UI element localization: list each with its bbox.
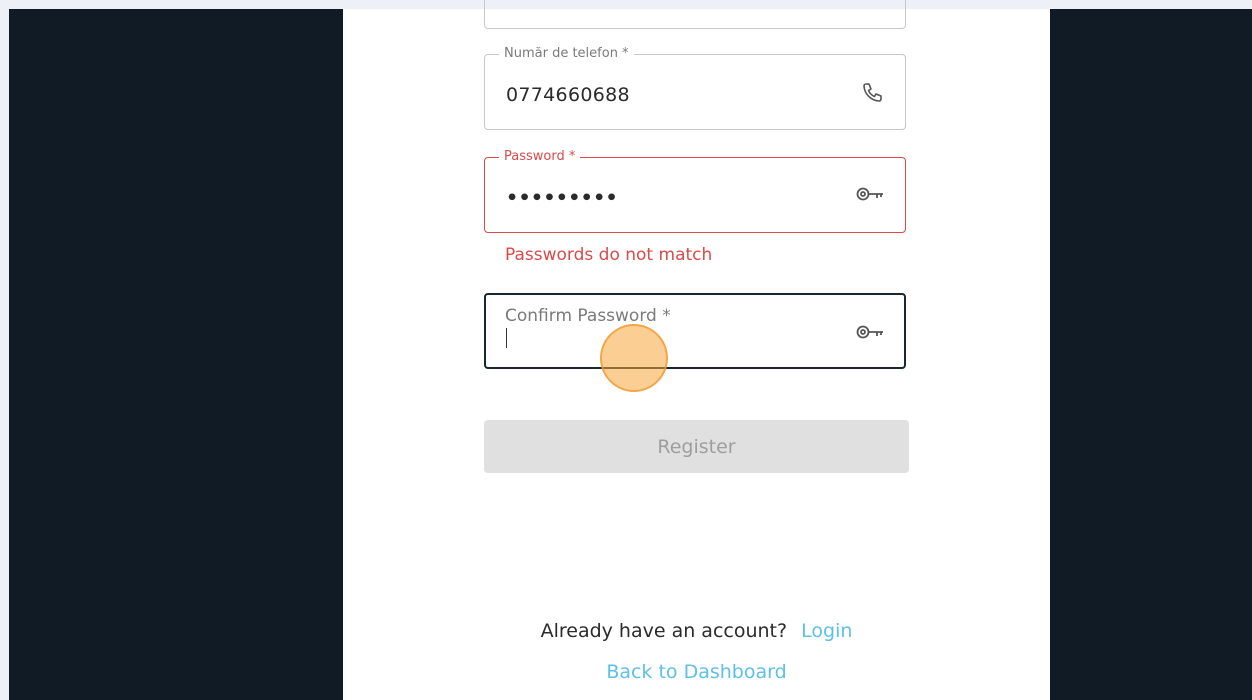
phone-label: Număr de telefon * [499, 46, 634, 62]
login-link[interactable]: Login [801, 620, 852, 642]
dashboard-row: Back to Dashboard [343, 661, 1050, 683]
password-value[interactable]: ••••••••• [506, 187, 618, 209]
phone-icon [861, 81, 885, 109]
confirm-password-field[interactable]: Confirm Password * [484, 293, 906, 369]
confirm-password-label: Confirm Password * [505, 306, 671, 326]
previous-field[interactable] [484, 0, 906, 29]
password-field[interactable]: Password * ••••••••• [484, 149, 906, 233]
back-to-dashboard-link[interactable]: Back to Dashboard [606, 661, 786, 683]
register-panel: Număr de telefon * 0774660688 Password *… [343, 0, 1050, 700]
phone-value[interactable]: 0774660688 [506, 84, 630, 106]
password-error-message: Passwords do not match [505, 245, 713, 265]
password-label: Password * [499, 149, 581, 165]
click-highlight [600, 324, 668, 392]
login-prompt: Already have an account? Login [343, 620, 1050, 642]
login-question: Already have an account? [540, 620, 788, 642]
confirm-visibility-key-icon[interactable] [855, 322, 885, 346]
text-caret [506, 328, 507, 348]
phone-field[interactable]: Număr de telefon * 0774660688 [484, 46, 906, 130]
register-button[interactable]: Register [484, 420, 909, 473]
password-visibility-key-icon[interactable] [855, 184, 885, 208]
